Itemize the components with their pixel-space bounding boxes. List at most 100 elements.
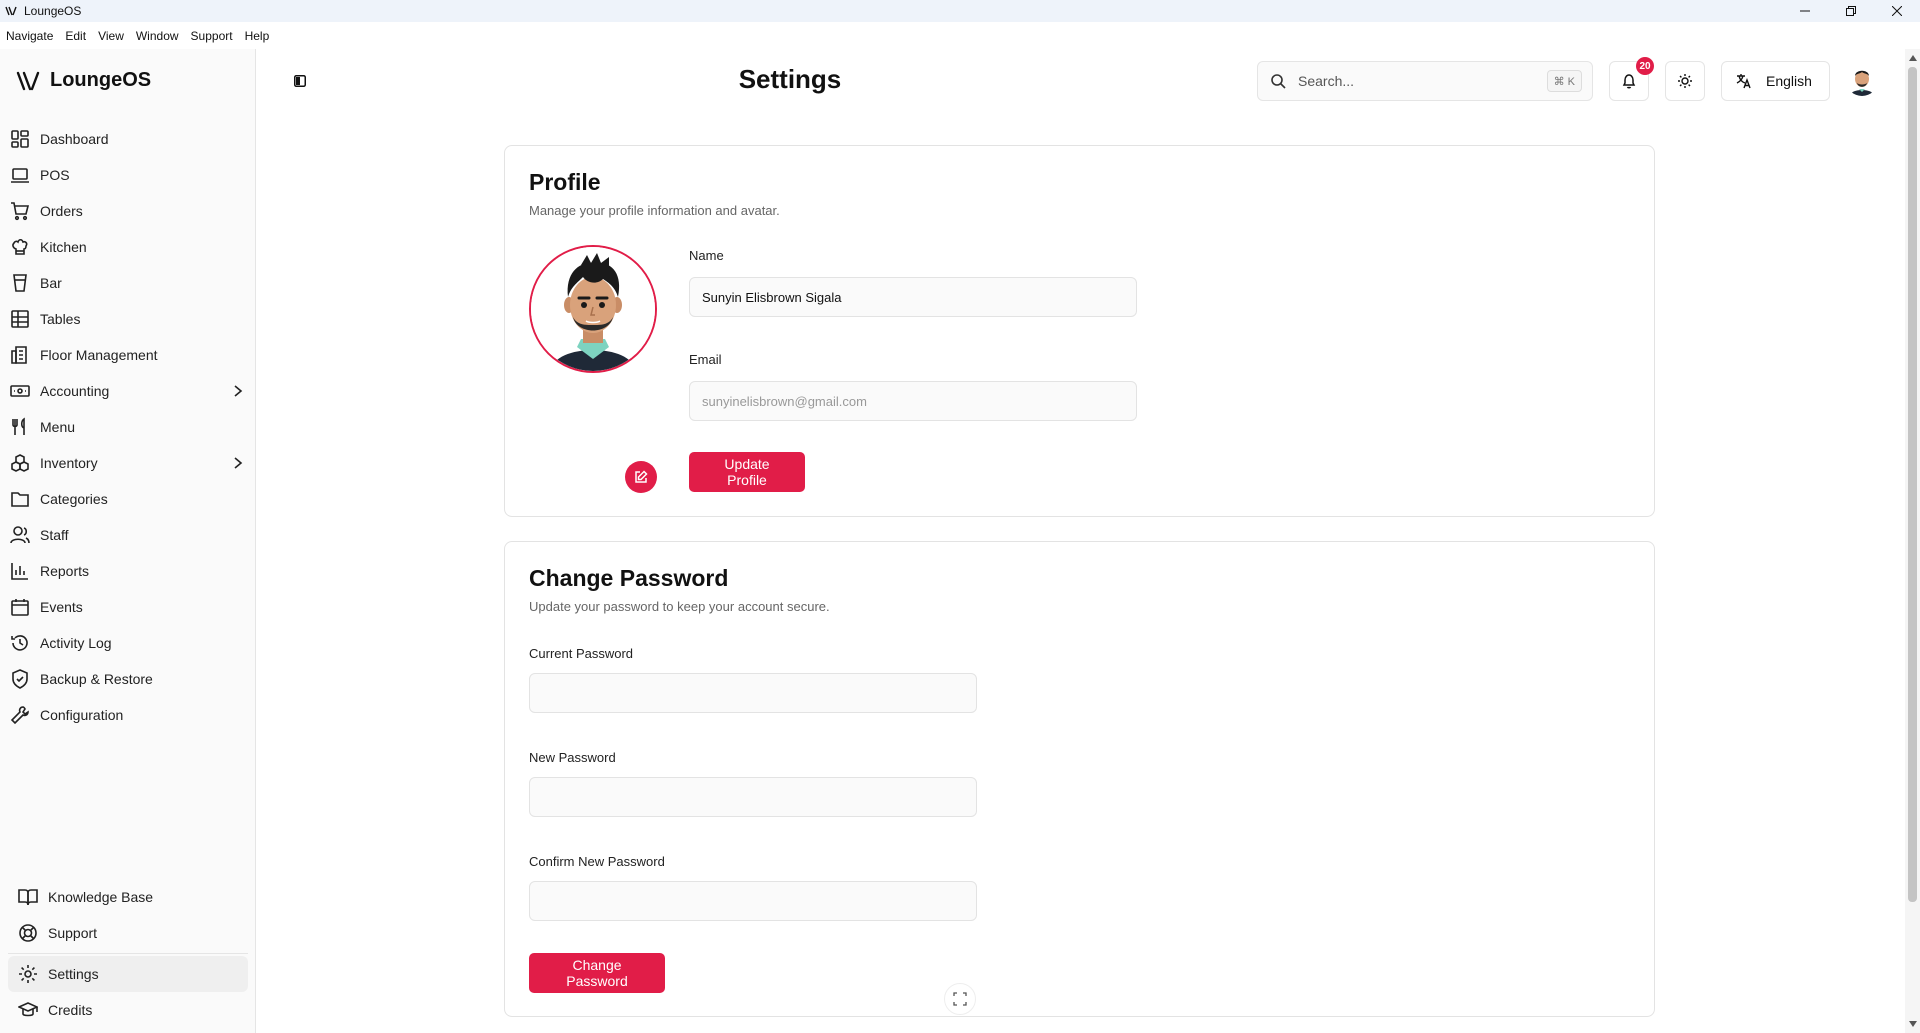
translate-icon bbox=[1736, 74, 1751, 89]
confirm-password-input[interactable] bbox=[529, 881, 977, 921]
sidebar-item-menu[interactable]: Menu bbox=[0, 409, 256, 445]
utensils-icon bbox=[8, 415, 32, 439]
close-icon[interactable] bbox=[1874, 0, 1920, 22]
sidebar-item-credits[interactable]: Credits bbox=[8, 992, 248, 1028]
menu-view[interactable]: View bbox=[98, 29, 124, 43]
notifications-button[interactable]: 20 bbox=[1609, 57, 1654, 101]
laptop-icon bbox=[8, 163, 32, 187]
wrench-icon bbox=[8, 703, 32, 727]
sidebar-item-tables[interactable]: Tables bbox=[0, 301, 256, 337]
sidebar-item-label: Configuration bbox=[40, 707, 124, 723]
confirm-password-label: Confirm New Password bbox=[529, 854, 665, 869]
language-label: English bbox=[1766, 73, 1812, 89]
sun-icon bbox=[1678, 74, 1692, 88]
sidebar-item-label: Activity Log bbox=[40, 635, 112, 651]
notification-badge: 20 bbox=[1636, 57, 1654, 75]
sidebar-item-label: Dashboard bbox=[40, 131, 109, 147]
sidebar-item-label: POS bbox=[40, 167, 70, 183]
scrollbar-thumb[interactable] bbox=[1908, 67, 1917, 902]
sidebar-item-label: Inventory bbox=[40, 455, 98, 471]
scroll-down-icon[interactable] bbox=[1908, 1019, 1917, 1028]
menubar: Navigate Edit View Window Support Help bbox=[0, 22, 1920, 49]
menu-help[interactable]: Help bbox=[245, 29, 270, 43]
sidebar-item-label: Knowledge Base bbox=[48, 889, 154, 905]
search-icon bbox=[1268, 71, 1288, 91]
chevron-right-icon[interactable] bbox=[230, 455, 246, 471]
current-password-input[interactable] bbox=[529, 673, 977, 713]
search-input[interactable] bbox=[1298, 73, 1538, 89]
chef-hat-icon bbox=[8, 235, 32, 259]
menu-window[interactable]: Window bbox=[136, 29, 179, 43]
scroll-up-icon[interactable] bbox=[1908, 53, 1917, 62]
profile-avatar bbox=[529, 245, 657, 373]
sidebar: LoungeOS Dashboard POS Orders Kitchen Ba… bbox=[0, 49, 256, 1033]
bar-chart-icon bbox=[8, 559, 32, 583]
window-controls bbox=[1782, 0, 1920, 22]
sidebar-nav: Dashboard POS Orders Kitchen Bar Tables … bbox=[0, 121, 256, 733]
menu-navigate[interactable]: Navigate bbox=[6, 29, 53, 43]
name-input[interactable] bbox=[689, 277, 1137, 317]
language-selector[interactable]: English bbox=[1721, 61, 1830, 101]
menu-support[interactable]: Support bbox=[191, 29, 233, 43]
sidebar-item-label: Settings bbox=[48, 966, 99, 982]
change-password-button[interactable]: Change Password bbox=[529, 953, 665, 993]
sidebar-item-label: Floor Management bbox=[40, 347, 158, 363]
brand[interactable]: LoungeOS bbox=[16, 69, 151, 92]
sidebar-item-support[interactable]: Support bbox=[8, 915, 248, 951]
change-password-title: Change Password bbox=[529, 565, 729, 591]
new-password-input[interactable] bbox=[529, 777, 977, 817]
history-icon bbox=[8, 631, 32, 655]
sidebar-item-knowledge-base[interactable]: Knowledge Base bbox=[8, 879, 248, 915]
sidebar-item-kitchen[interactable]: Kitchen bbox=[0, 229, 256, 265]
edit-avatar-button[interactable] bbox=[625, 461, 657, 493]
sidebar-item-accounting[interactable]: Accounting bbox=[0, 373, 256, 409]
theme-toggle-button[interactable] bbox=[1665, 61, 1705, 101]
sidebar-item-bar[interactable]: Bar bbox=[0, 265, 256, 301]
profile-description: Manage your profile information and avat… bbox=[529, 203, 780, 218]
sidebar-divider bbox=[8, 953, 248, 954]
sidebar-item-configuration[interactable]: Configuration bbox=[0, 697, 256, 733]
email-label: Email bbox=[689, 352, 722, 367]
sidebar-item-label: Orders bbox=[40, 203, 83, 219]
sidebar-item-dashboard[interactable]: Dashboard bbox=[0, 121, 256, 157]
new-password-label: New Password bbox=[529, 750, 616, 765]
sidebar-item-inventory[interactable]: Inventory bbox=[0, 445, 256, 481]
email-input[interactable] bbox=[689, 381, 1137, 421]
search-bar[interactable]: ⌘ K bbox=[1257, 61, 1593, 101]
gear-icon bbox=[16, 962, 40, 986]
change-password-description: Update your password to keep your accoun… bbox=[529, 599, 830, 614]
page-title: Settings bbox=[738, 64, 842, 94]
sidebar-item-label: Backup & Restore bbox=[40, 671, 153, 687]
sidebar-item-categories[interactable]: Categories bbox=[0, 481, 256, 517]
cup-icon bbox=[8, 271, 32, 295]
profile-title: Profile bbox=[529, 169, 601, 195]
sidebar-item-label: Kitchen bbox=[40, 239, 87, 255]
user-avatar[interactable] bbox=[1846, 64, 1878, 96]
graduation-cap-icon bbox=[16, 998, 40, 1022]
search-shortcut: ⌘ K bbox=[1546, 70, 1582, 92]
minimize-icon[interactable] bbox=[1782, 0, 1828, 22]
sidebar-item-reports[interactable]: Reports bbox=[0, 553, 256, 589]
window-title: LoungeOS bbox=[24, 4, 82, 18]
name-label: Name bbox=[689, 248, 724, 263]
change-password-card: Change Password Update your password to … bbox=[504, 541, 1655, 1017]
sidebar-item-label: Reports bbox=[40, 563, 90, 579]
sidebar-item-orders[interactable]: Orders bbox=[0, 193, 256, 229]
sidebar-item-settings[interactable]: Settings bbox=[8, 956, 248, 992]
chevron-right-icon[interactable] bbox=[230, 383, 246, 399]
sidebar-item-staff[interactable]: Staff bbox=[0, 517, 256, 553]
restore-icon[interactable] bbox=[1828, 0, 1874, 22]
sidebar-item-backup-restore[interactable]: Backup & Restore bbox=[0, 661, 256, 697]
sidebar-item-label: Tables bbox=[40, 311, 81, 327]
fullscreen-button[interactable] bbox=[944, 983, 976, 1015]
sidebar-toggle-icon[interactable] bbox=[292, 73, 308, 89]
sidebar-item-pos[interactable]: POS bbox=[0, 157, 256, 193]
sidebar-item-floor-management[interactable]: Floor Management bbox=[0, 337, 256, 373]
sidebar-bottom: Knowledge Base Support Settings Credits bbox=[8, 879, 248, 1028]
calendar-icon bbox=[8, 595, 32, 619]
scrollbar[interactable] bbox=[1905, 49, 1920, 1033]
update-profile-button[interactable]: Update Profile bbox=[689, 452, 805, 492]
menu-edit[interactable]: Edit bbox=[65, 29, 86, 43]
sidebar-item-events[interactable]: Events bbox=[0, 589, 256, 625]
sidebar-item-activity-log[interactable]: Activity Log bbox=[0, 625, 256, 661]
